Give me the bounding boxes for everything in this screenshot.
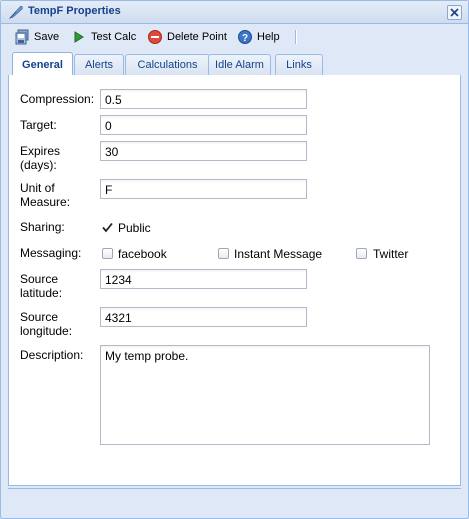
description-label: Description: bbox=[20, 348, 84, 362]
save-button[interactable]: Save bbox=[14, 27, 59, 47]
latitude-label-line2: latitude: bbox=[20, 286, 63, 300]
toolbar-separator bbox=[295, 30, 297, 44]
checkmark-icon bbox=[102, 222, 113, 233]
close-button[interactable] bbox=[447, 5, 462, 20]
description-textarea[interactable]: My temp probe. bbox=[100, 345, 430, 445]
tab-calculations[interactable]: Calculations bbox=[125, 54, 210, 75]
general-panel: Compression: 0.5 Target: 0 Expires (days… bbox=[8, 75, 461, 486]
feather-icon bbox=[8, 4, 24, 20]
instant-message-label: Instant Message bbox=[234, 247, 323, 261]
expires-input[interactable]: 30 bbox=[100, 141, 307, 161]
target-input[interactable]: 0 bbox=[100, 115, 307, 135]
test-calc-button[interactable]: Test Calc bbox=[71, 27, 136, 47]
longitude-label: Source longitude: bbox=[20, 310, 72, 338]
expires-label: Expires (days): bbox=[20, 144, 60, 172]
window-title: TempF Properties bbox=[28, 5, 121, 17]
unit-label-line1: Unit of bbox=[20, 181, 55, 195]
twitter-checkbox[interactable] bbox=[356, 248, 367, 259]
delete-point-label: Delete Point bbox=[167, 31, 227, 43]
window-footer bbox=[8, 488, 461, 513]
unit-label: Unit of Measure: bbox=[20, 181, 70, 209]
delete-point-button[interactable]: Delete Point bbox=[147, 27, 227, 47]
instant-message-checkbox[interactable] bbox=[218, 248, 229, 259]
twitter-label: Twitter bbox=[373, 247, 409, 261]
test-calc-label: Test Calc bbox=[91, 31, 137, 43]
tab-idle-alarm[interactable]: Idle Alarm bbox=[208, 54, 271, 75]
messaging-label: Messaging: bbox=[20, 246, 82, 260]
latitude-input[interactable]: 1234 bbox=[100, 269, 307, 289]
sharing-label: Sharing: bbox=[20, 220, 65, 234]
tab-general[interactable]: General bbox=[12, 52, 73, 76]
close-icon bbox=[450, 8, 459, 17]
help-label: Help bbox=[257, 31, 280, 43]
delete-icon bbox=[147, 29, 163, 45]
window-titlebar[interactable]: TempF Properties bbox=[1, 1, 468, 24]
longitude-label-line2: longitude: bbox=[20, 324, 73, 338]
facebook-checkbox[interactable] bbox=[102, 248, 113, 259]
tab-strip: General Alerts Calculations Idle Alarm L… bbox=[8, 52, 461, 76]
svg-text:?: ? bbox=[242, 33, 248, 44]
facebook-label: facebook bbox=[118, 247, 167, 261]
save-icon bbox=[14, 29, 30, 45]
latitude-label-line1: Source bbox=[20, 272, 59, 286]
tab-alerts[interactable]: Alerts bbox=[74, 54, 124, 75]
unit-input[interactable]: F bbox=[100, 179, 307, 199]
latitude-label: Source latitude: bbox=[20, 272, 62, 300]
longitude-label-line1: Source bbox=[20, 310, 59, 324]
compression-input[interactable]: 0.5 bbox=[100, 89, 307, 109]
unit-label-line2: Measure: bbox=[20, 195, 71, 209]
play-icon bbox=[71, 29, 87, 45]
public-checkbox[interactable] bbox=[102, 222, 113, 233]
target-label: Target: bbox=[20, 118, 57, 132]
longitude-input[interactable]: 4321 bbox=[100, 307, 307, 327]
help-icon: ? bbox=[237, 29, 253, 45]
save-label: Save bbox=[34, 31, 60, 43]
public-label: Public bbox=[118, 221, 151, 235]
toolbar: Save Test Calc Delete Point ? Help bbox=[8, 25, 461, 49]
properties-window: TempF Properties Save Test Calc Delete P… bbox=[0, 0, 469, 519]
tab-links[interactable]: Links bbox=[275, 54, 323, 75]
compression-label: Compression: bbox=[20, 92, 95, 106]
expires-label-line2: (days): bbox=[20, 158, 57, 172]
expires-label-line1: Expires bbox=[20, 144, 61, 158]
help-button[interactable]: ? Help bbox=[237, 27, 280, 47]
